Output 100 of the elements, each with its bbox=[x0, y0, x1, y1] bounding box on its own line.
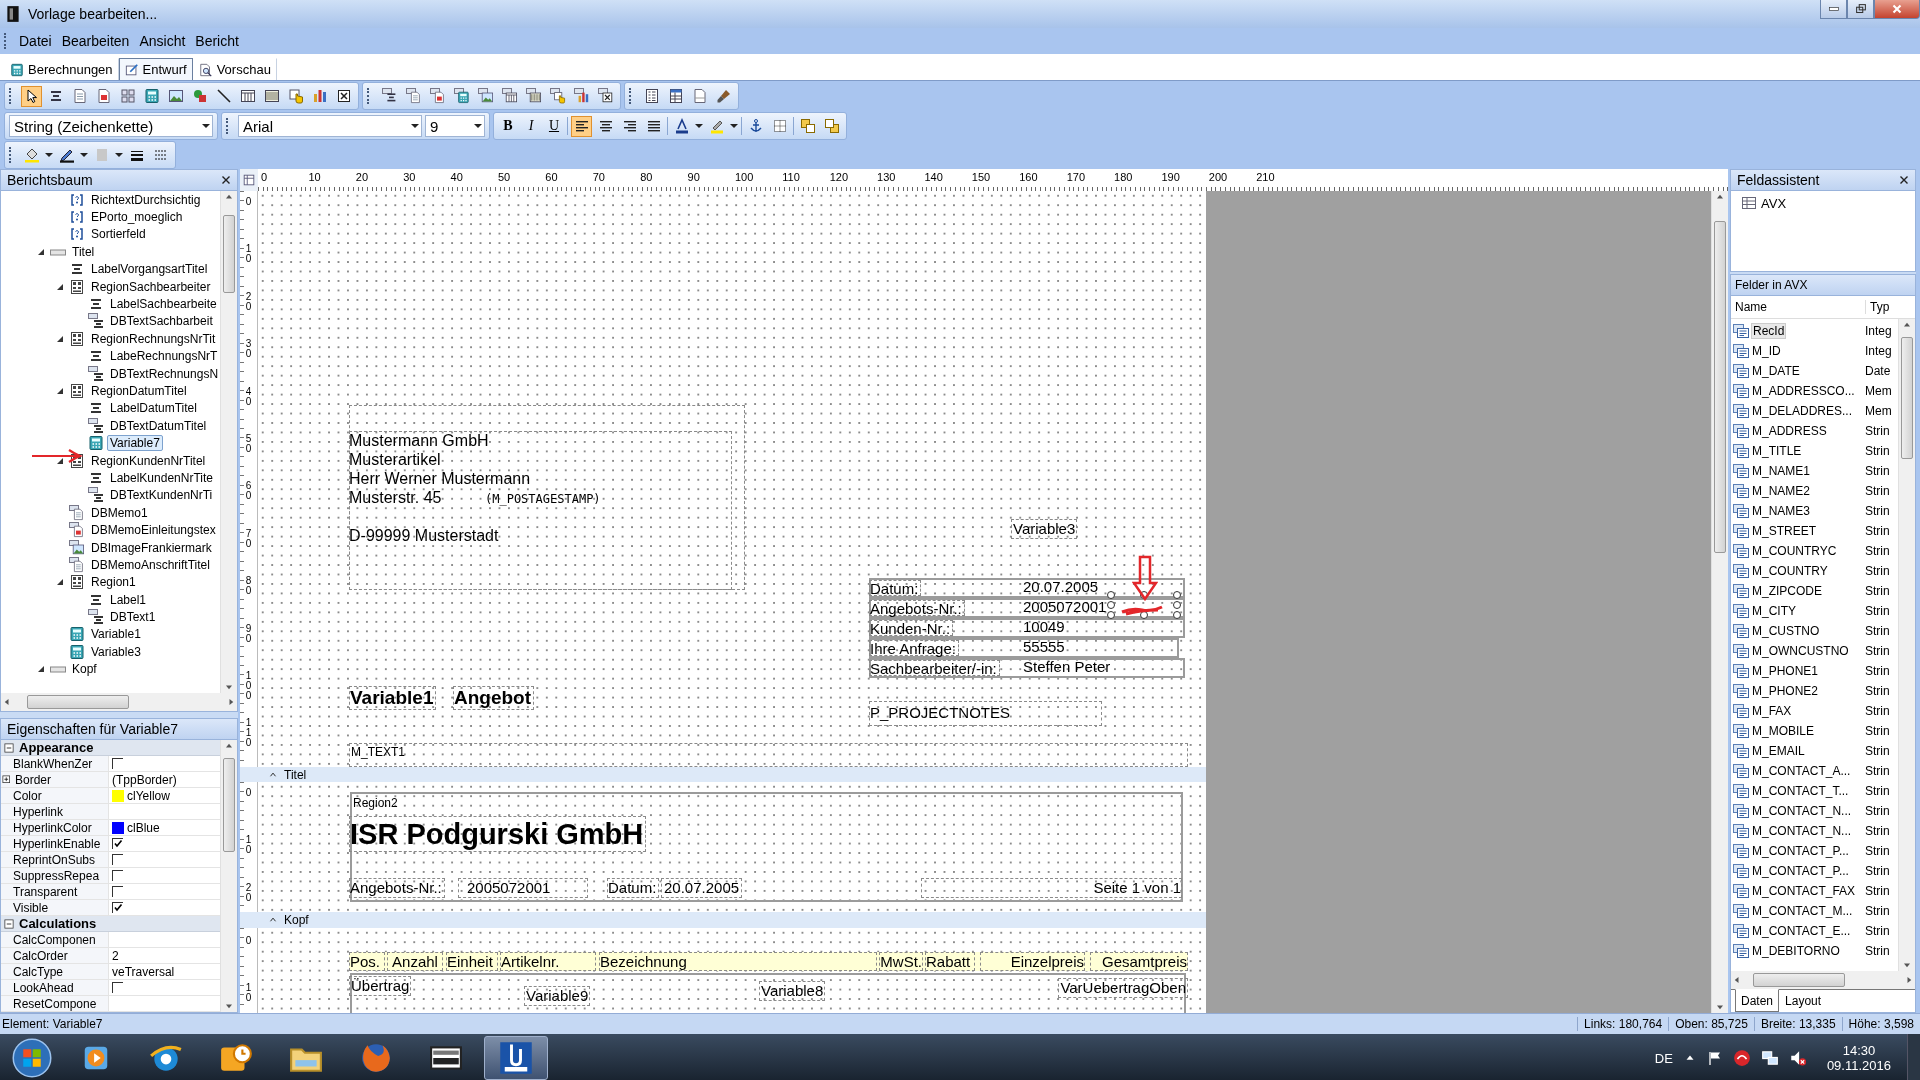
field-name[interactable]: M_MOBILE bbox=[1751, 724, 1815, 738]
menu-item[interactable]: Ansicht bbox=[135, 31, 190, 51]
font-size-dropdown[interactable]: 9 bbox=[425, 115, 485, 137]
format-button[interactable]: B bbox=[498, 116, 518, 136]
tab[interactable]: Daten bbox=[1735, 989, 1780, 1012]
tree-item[interactable]: DBMemoEinleitungstex bbox=[88, 522, 219, 539]
field-value[interactable]: 20.07.2005 bbox=[1023, 579, 1099, 595]
tab[interactable]: Layout bbox=[1779, 990, 1828, 1012]
tree-item[interactable]: DBMemo1 bbox=[88, 504, 151, 521]
tree-item[interactable]: Kopf bbox=[69, 661, 100, 678]
field-name[interactable]: M_TITLE bbox=[1751, 444, 1803, 458]
tree-item[interactable]: DBTextRechnungsN bbox=[107, 365, 220, 382]
tree-item[interactable]: AVX bbox=[1761, 195, 1787, 211]
menu-item[interactable]: Bearbeiten bbox=[57, 31, 134, 51]
band-header[interactable]: Kopf bbox=[240, 912, 1206, 928]
column-header[interactable]: Einheit bbox=[446, 952, 498, 971]
company-field[interactable]: ISR Podgurski GmbH bbox=[349, 816, 647, 852]
tree-item[interactable]: RegionDatumTitel bbox=[88, 383, 190, 399]
field-name[interactable]: M_CITY bbox=[1751, 604, 1797, 618]
format-button[interactable]: I bbox=[521, 116, 541, 136]
field-label[interactable]: Datum: bbox=[607, 878, 660, 898]
column-header[interactable]: Anzahl bbox=[387, 952, 443, 971]
field-name[interactable]: M_ADDRESS bbox=[1751, 424, 1828, 438]
tree-item[interactable]: DBTextKundenNrTi bbox=[107, 487, 216, 504]
field-name[interactable]: M_ADDRESSCO... bbox=[1751, 384, 1856, 398]
tree-item[interactable]: DBTextSachbarbeit bbox=[107, 313, 216, 330]
variable-field[interactable]: Variable3 bbox=[1011, 519, 1078, 539]
field-name[interactable]: M_CONTACT_M... bbox=[1751, 904, 1854, 918]
field-name[interactable]: M_CONTACT_N... bbox=[1751, 804, 1853, 818]
field-name[interactable]: M_COUNTRY bbox=[1751, 564, 1829, 578]
property-value[interactable]: veTraversal bbox=[112, 964, 175, 979]
tree-item[interactable]: Sortierfeld bbox=[88, 226, 149, 243]
field-name[interactable]: M_DEBITORNO bbox=[1751, 944, 1841, 958]
tree-item[interactable]: LabelKundenNrTite bbox=[107, 469, 216, 486]
property-value[interactable]: clYellow bbox=[127, 788, 170, 803]
field-name[interactable]: M_DATE bbox=[1751, 364, 1801, 378]
field-label[interactable]: Ihre Anfrage: bbox=[869, 640, 959, 656]
language-indicator[interactable]: DE bbox=[1654, 1050, 1673, 1066]
field-label[interactable]: Angebots-Nr.: bbox=[349, 878, 445, 898]
field-name[interactable]: M_DELADDRES... bbox=[1751, 404, 1854, 418]
field-value[interactable]: 10049 bbox=[1023, 619, 1065, 635]
tree-item[interactable]: DBImageFrankiermark bbox=[88, 539, 215, 556]
font-dropdown[interactable]: Arial bbox=[238, 115, 422, 137]
tree-item[interactable]: LabelVorgangsartTitel bbox=[88, 261, 211, 278]
field-name[interactable]: Variable8 bbox=[759, 981, 826, 1001]
field-name[interactable]: M_PHONE2 bbox=[1751, 684, 1820, 698]
field-type-dropdown[interactable]: String (Zeichenkette) bbox=[9, 115, 213, 137]
field-name[interactable]: M_CONTACT_P... bbox=[1751, 844, 1850, 858]
field-name[interactable]: M_EMAIL bbox=[1751, 744, 1806, 758]
field-name[interactable]: M_ZIPCODE bbox=[1751, 584, 1823, 598]
tree-item[interactable]: Label1 bbox=[107, 591, 150, 608]
field-label[interactable]: Sachbearbeiter/-in: bbox=[869, 660, 1000, 676]
field-name[interactable]: M_STREET bbox=[1751, 524, 1817, 538]
column-header[interactable]: Pos. bbox=[349, 952, 385, 971]
property-value[interactable]: (TppBorder) bbox=[112, 772, 177, 787]
column-header[interactable]: Bezeichnung bbox=[599, 952, 877, 971]
tree-item[interactable]: RegionSachbearbeiter bbox=[88, 278, 214, 295]
field-name[interactable]: Variable9 bbox=[524, 986, 591, 1006]
field-value[interactable]: Steffen Peter bbox=[1023, 659, 1111, 675]
column-header[interactable]: Artikelnr. bbox=[500, 952, 596, 971]
field-label[interactable]: Angebots-Nr.: bbox=[869, 600, 965, 616]
field-value[interactable]: 2005072001 bbox=[1023, 599, 1107, 615]
field-name[interactable]: M_ID bbox=[1751, 344, 1782, 358]
column-header[interactable]: Typ bbox=[1866, 300, 1915, 314]
tab[interactable]: Entwurf bbox=[118, 58, 193, 80]
postage-field[interactable]: (M_POSTAGESTAMP) bbox=[485, 490, 601, 508]
field-name[interactable]: M_NAME3 bbox=[1751, 504, 1811, 518]
tree-item[interactable]: DBText1 bbox=[107, 609, 159, 626]
tree-item[interactable]: Titel bbox=[69, 243, 98, 260]
notes-field[interactable]: P_PROJECTNOTES bbox=[869, 701, 1102, 726]
property-value[interactable]: 2 bbox=[112, 948, 119, 963]
field-name[interactable]: M_NAME2 bbox=[1751, 484, 1811, 498]
field-name[interactable]: M_COUNTRYC bbox=[1751, 544, 1838, 558]
tree-item[interactable]: LabelDatumTitel bbox=[107, 400, 200, 417]
menu-item[interactable]: Datei bbox=[15, 31, 56, 51]
field-name[interactable]: M_CONTACT_N... bbox=[1751, 824, 1853, 838]
tree-item[interactable]: RegionRechnungsNrTit bbox=[88, 330, 219, 347]
tree-item[interactable]: Region1 bbox=[88, 574, 139, 591]
property-value[interactable]: clBlue bbox=[127, 820, 160, 835]
tree-item[interactable]: DBTextDatumTitel bbox=[107, 417, 210, 434]
column-header[interactable]: Einzelpreis bbox=[980, 952, 1085, 971]
tree-item[interactable]: DBMemoAnschriftTitel bbox=[88, 556, 213, 573]
field-value[interactable]: 55555 bbox=[1023, 639, 1065, 655]
format-button[interactable]: U bbox=[544, 116, 564, 136]
tree-item[interactable]: RichtextDurchsichtig bbox=[88, 191, 204, 208]
clock[interactable]: 14:30 09.11.2016 bbox=[1826, 1043, 1891, 1073]
column-header[interactable]: Rabatt bbox=[925, 952, 975, 971]
field-name[interactable]: M_CONTACT_FAX bbox=[1751, 884, 1857, 898]
tree-item[interactable]: LabeRechnungsNrT bbox=[107, 348, 220, 365]
field-value[interactable]: 20.07.2005 bbox=[661, 878, 743, 898]
tree-item[interactable]: EPorto_moeglich bbox=[88, 209, 186, 226]
page-number-field[interactable]: Seite 1 von 1 bbox=[921, 878, 1182, 898]
field-name[interactable]: M_CUSTNO bbox=[1751, 624, 1821, 638]
field-label[interactable]: Datum: bbox=[869, 580, 922, 596]
menu-item[interactable]: Bericht bbox=[191, 31, 243, 51]
field-name[interactable]: RecId bbox=[1751, 323, 1787, 339]
field-name[interactable]: M_CONTACT_P... bbox=[1751, 864, 1850, 878]
tree-item[interactable]: Variable1 bbox=[88, 626, 144, 643]
column-header[interactable]: Name bbox=[1731, 300, 1866, 314]
field-label[interactable]: Kunden-Nr.: bbox=[869, 620, 954, 636]
